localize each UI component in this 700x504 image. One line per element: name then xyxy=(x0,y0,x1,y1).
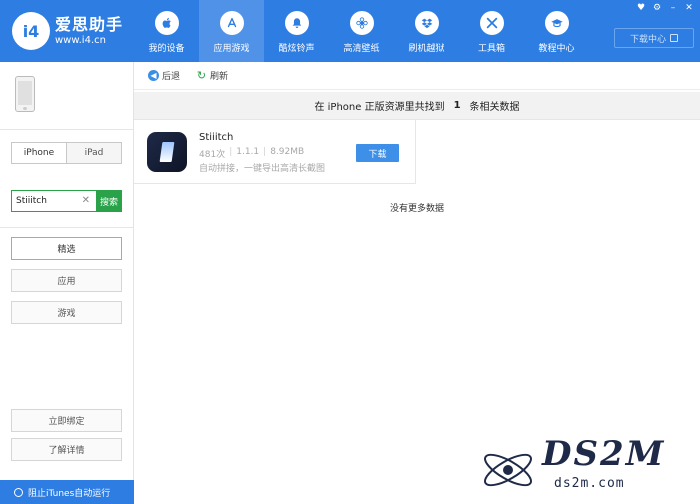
result-count: 1 xyxy=(453,100,461,111)
category-apps[interactable]: 应用 xyxy=(11,269,122,292)
app-store-icon xyxy=(219,11,244,35)
no-more-data: 没有更多数据 xyxy=(389,204,444,214)
atom-logo-icon xyxy=(484,453,532,487)
app-downloads: 481次 xyxy=(199,150,226,160)
download-icon xyxy=(670,34,678,42)
download-center-button[interactable]: 下载中心 xyxy=(614,28,694,48)
ds2m-watermark: DS2M ds2m.com xyxy=(470,432,700,504)
minimize-icon[interactable]: – xyxy=(668,3,678,13)
search-input[interactable]: Stiiitch ✕ xyxy=(11,190,96,212)
nav-my-device[interactable]: 我的设备 xyxy=(134,0,199,62)
nav-ringtones[interactable]: 酷炫铃声 xyxy=(264,0,329,62)
app-logo: i4 爱思助手 www.i4.cn xyxy=(12,12,123,50)
skin-icon[interactable]: ♥ xyxy=(636,3,646,13)
category-featured[interactable]: 精选 xyxy=(11,237,122,260)
graduation-cap-icon xyxy=(544,11,569,35)
refresh-icon: ↻ xyxy=(196,69,207,82)
category-games[interactable]: 游戏 xyxy=(11,301,122,324)
watermark-text: DS2M xyxy=(542,434,666,474)
flower-icon xyxy=(349,11,374,35)
device-type-tabs: iPhone iPad xyxy=(11,142,122,164)
apple-icon xyxy=(154,11,179,35)
close-icon[interactable]: ✕ xyxy=(684,3,694,13)
back-arrow-icon: ◀ xyxy=(148,70,159,81)
tools-icon xyxy=(479,11,504,35)
app-name[interactable]: Stiiitch xyxy=(199,132,233,143)
nav-wallpapers[interactable]: 高清壁纸 xyxy=(329,0,394,62)
iphone-device-icon xyxy=(15,76,35,112)
itunes-autorun-toggle[interactable]: 阻止iTunes自动运行 xyxy=(0,480,134,504)
nav-tutorials[interactable]: 教程中心 xyxy=(524,0,589,62)
clear-icon[interactable]: ✕ xyxy=(82,195,90,207)
main-nav: 我的设备 应用游戏 酷炫铃声 高清壁纸 刷机越狱 工具箱 教程中心 xyxy=(134,0,589,62)
stiiitch-app-icon[interactable] xyxy=(147,132,187,172)
watermark-url: ds2m.com xyxy=(554,476,625,491)
device-area xyxy=(0,62,133,130)
back-button[interactable]: ◀ 后退 xyxy=(148,69,180,82)
app-version: 1.1.1 xyxy=(236,147,260,157)
search-box: Stiiitch ✕ 搜索 xyxy=(11,190,122,212)
nav-toolbox[interactable]: 工具箱 xyxy=(459,0,524,62)
app-meta: 481次 | 1.1.1 | 8.92MB xyxy=(199,147,305,160)
search-button[interactable]: 搜索 xyxy=(96,190,122,212)
download-button[interactable]: 下载 xyxy=(356,144,399,162)
tab-iphone[interactable]: iPhone xyxy=(12,143,66,163)
app-size: 8.92MB xyxy=(270,147,305,157)
i4-logo-icon: i4 xyxy=(12,12,50,50)
window-controls: ♥ ⚙ – ✕ xyxy=(636,3,694,13)
app-description: 自动拼接，一键导出高清长截图 xyxy=(199,164,326,174)
dropbox-icon xyxy=(414,11,439,35)
settings-icon[interactable]: ⚙ xyxy=(652,3,662,13)
radio-icon xyxy=(14,487,23,497)
bell-icon xyxy=(284,11,309,35)
nav-flash-jailbreak[interactable]: 刷机越狱 xyxy=(394,0,459,62)
toolbar: ◀ 后退 ↻ 刷新 xyxy=(134,62,700,90)
logo-name: 爱思助手 xyxy=(55,14,124,34)
app-result-card[interactable]: Stiiitch 481次 | 1.1.1 | 8.92MB 自动拼接，一键导出… xyxy=(134,120,416,184)
refresh-button[interactable]: ↻ 刷新 xyxy=(196,69,228,82)
learn-more-button[interactable]: 了解详情 xyxy=(11,438,122,461)
result-summary: 在 iPhone 正版资源里共找到 1 条相关数据 xyxy=(134,92,700,120)
logo-url: www.i4.cn xyxy=(55,34,106,46)
title-bar: i4 爱思助手 www.i4.cn 我的设备 应用游戏 酷炫铃声 高清壁纸 刷机… xyxy=(0,0,700,62)
nav-apps-games[interactable]: 应用游戏 xyxy=(199,0,264,62)
bind-now-button[interactable]: 立即绑定 xyxy=(11,409,122,432)
sidebar: iPhone iPad Stiiitch ✕ 搜索 精选 应用 游戏 立即绑定 … xyxy=(0,62,134,504)
tab-ipad[interactable]: iPad xyxy=(66,143,121,163)
divider xyxy=(0,227,133,228)
